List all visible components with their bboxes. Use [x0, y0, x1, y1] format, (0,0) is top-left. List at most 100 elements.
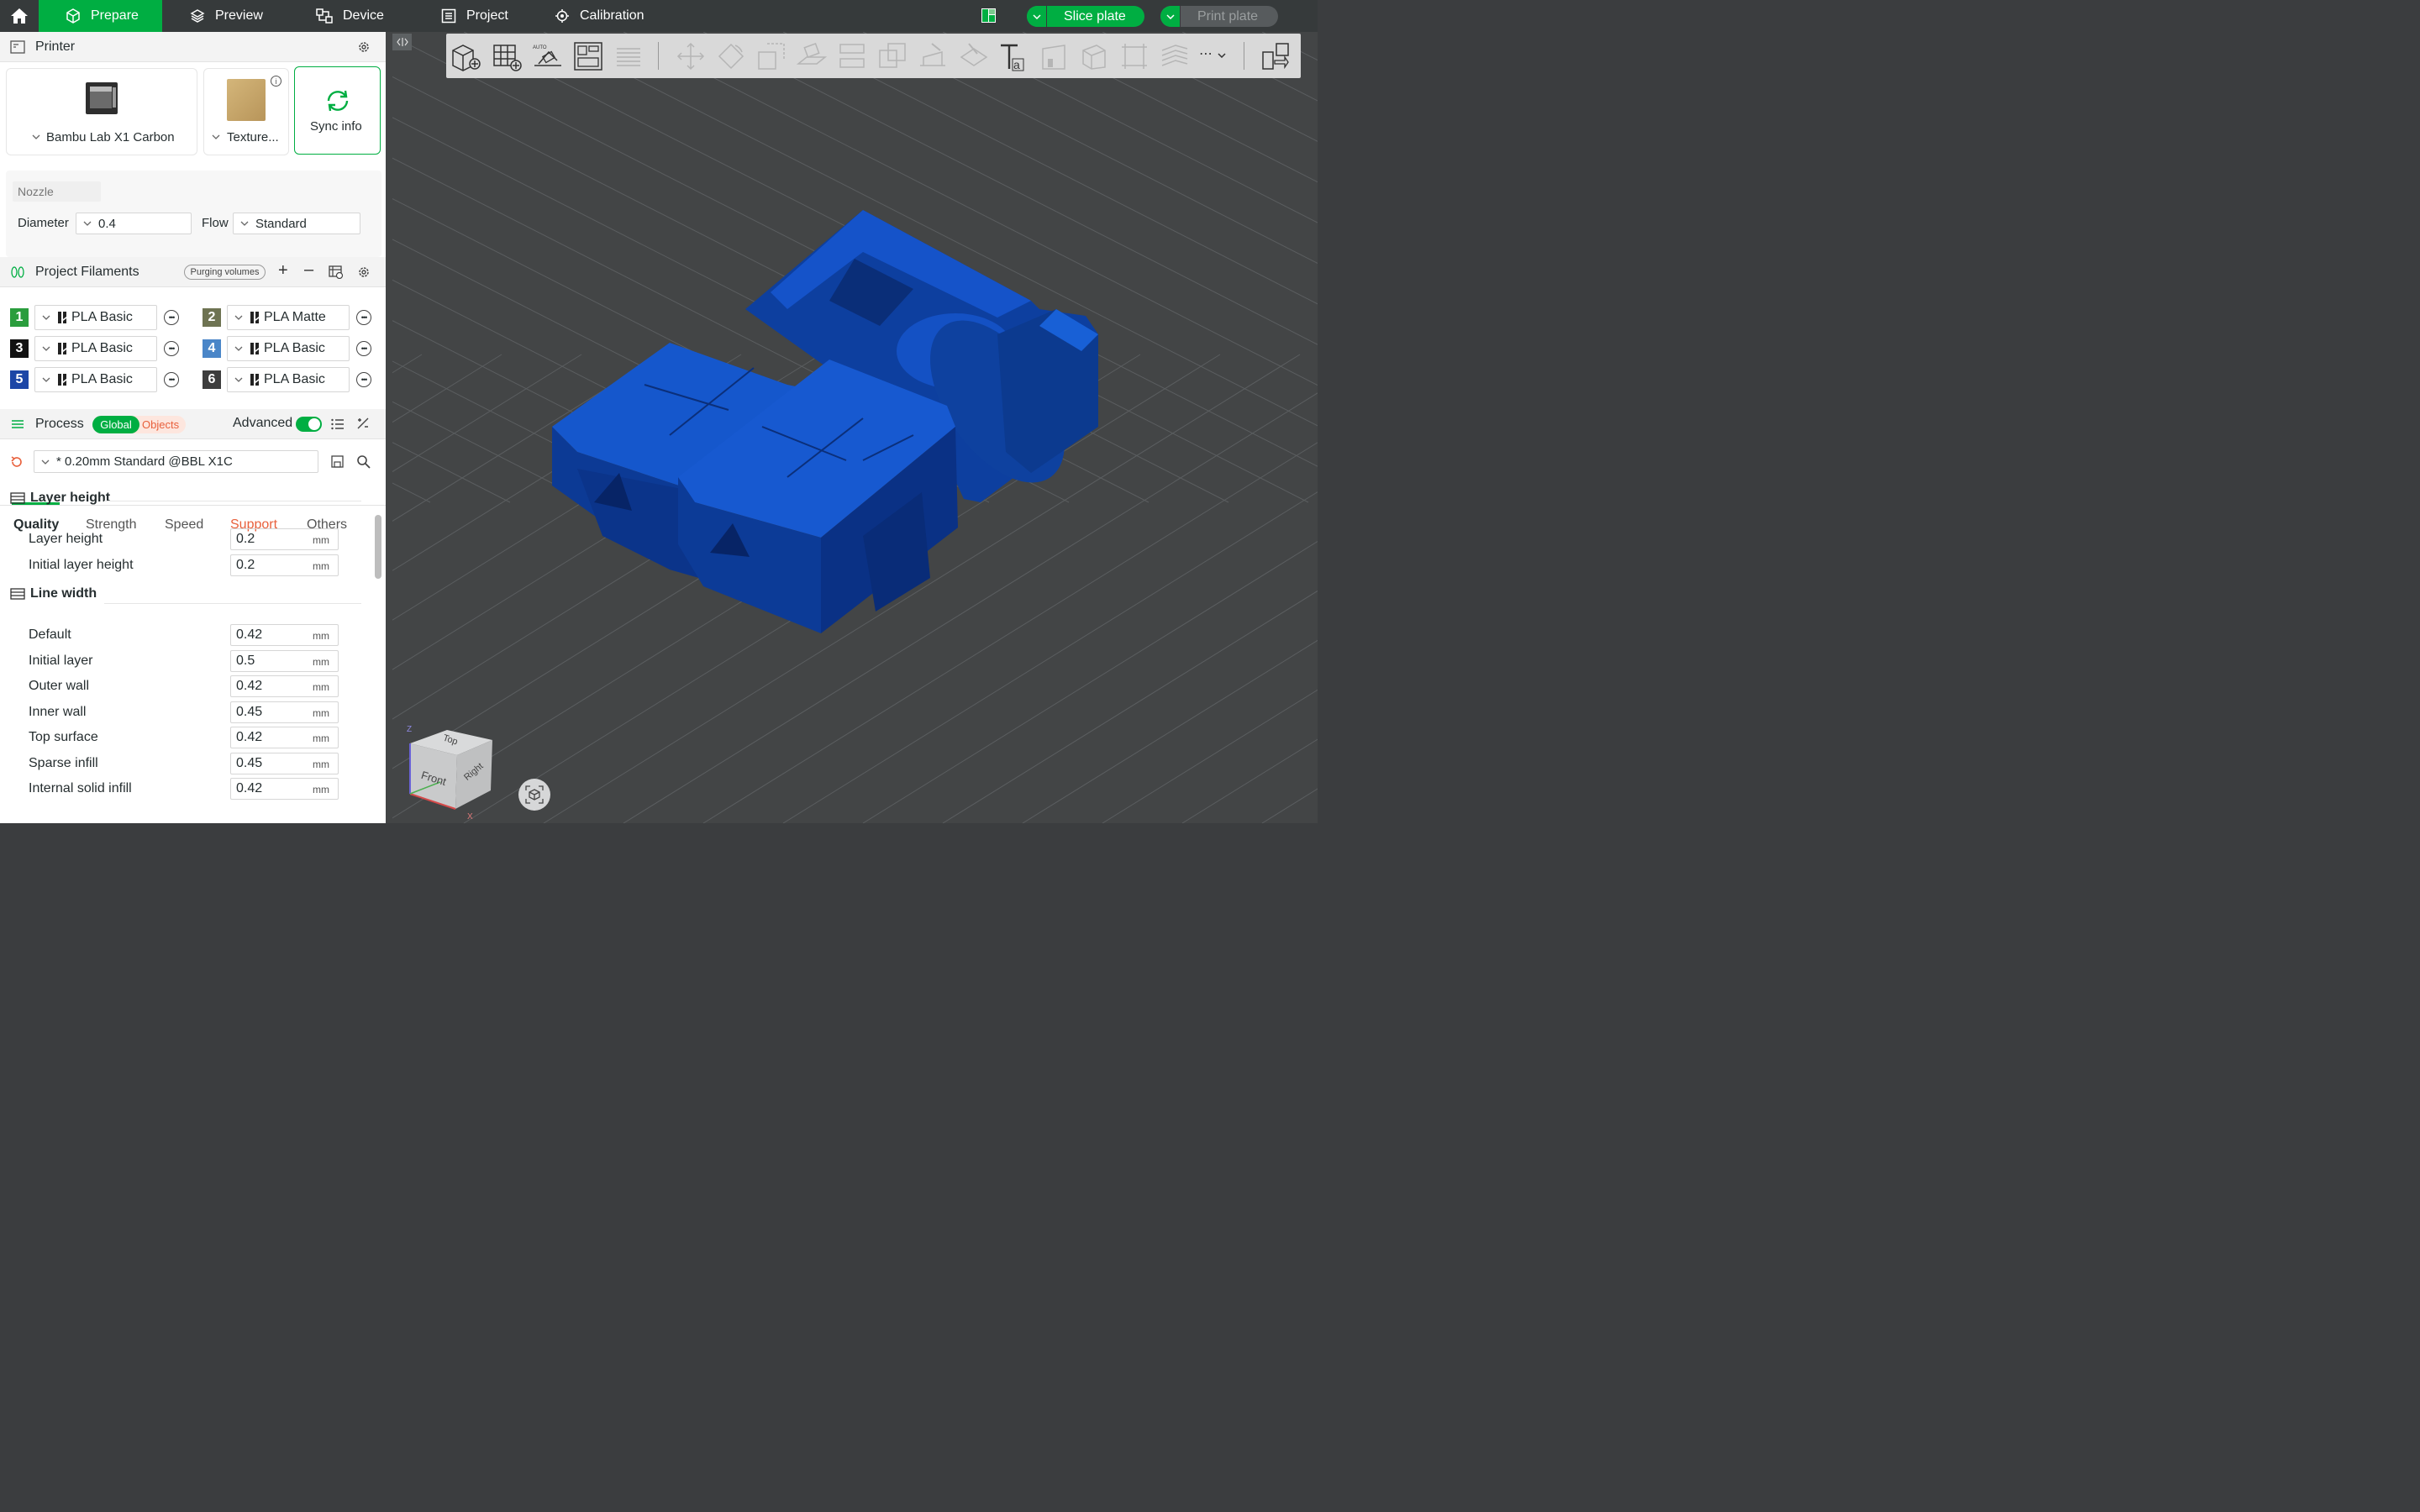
filament-brand-icon [250, 374, 259, 386]
param-input[interactable]: 0.42 mm [230, 778, 339, 800]
filament-more-icon[interactable]: ••• [356, 310, 371, 325]
param-input[interactable]: 0.45 mm [230, 752, 339, 774]
printer-card[interactable]: Bambu Lab X1 Carbon [6, 68, 197, 155]
param-value: 0.45 [236, 704, 263, 719]
fit-view-button[interactable] [518, 779, 550, 811]
gear-icon[interactable] [357, 265, 371, 279]
plate-card[interactable]: i Texture... [203, 68, 289, 155]
process-profile: * 0.20mm Standard @BBL X1C [56, 454, 233, 469]
process-profile-select[interactable]: * 0.20mm Standard @BBL X1C [34, 450, 318, 473]
list-icon[interactable] [331, 418, 345, 430]
tab-prepare[interactable]: Prepare [39, 0, 162, 32]
lay-on-face-icon[interactable] [796, 40, 828, 72]
param-input[interactable]: 0.5 mm [230, 649, 339, 672]
advanced-toggle[interactable] [296, 417, 322, 432]
measure-icon[interactable] [1078, 40, 1110, 72]
chevron-down-icon [42, 377, 50, 382]
home-button[interactable] [0, 0, 39, 32]
param-label: Top surface [29, 730, 98, 744]
collapse-sidebar-button[interactable] [392, 34, 412, 50]
print-plate-button[interactable]: Print plate [1160, 6, 1278, 27]
filament-select[interactable]: PLA Basic [227, 367, 350, 392]
filament-more-icon[interactable]: ••• [164, 372, 179, 387]
cut-icon[interactable] [836, 40, 868, 72]
print-label: Print plate [1197, 8, 1259, 24]
add-filament-icon[interactable]: + [278, 261, 288, 281]
param-label: Internal solid infill [29, 781, 132, 795]
3d-viewport[interactable] [392, 32, 1318, 823]
tab-strength[interactable]: Strength [86, 517, 136, 533]
add-plate-icon[interactable] [492, 40, 523, 72]
variable-layer-icon[interactable] [1159, 40, 1191, 72]
flow-select[interactable]: Standard [233, 213, 360, 234]
view-cube[interactable]: Top Front Right Z X [403, 718, 496, 823]
chevron-down-icon [212, 134, 220, 139]
info-icon[interactable]: i [271, 76, 281, 87]
param-input[interactable]: 0.2 mm [230, 554, 339, 576]
more-tools-button[interactable]: ⋯ [1199, 45, 1226, 62]
color-paint-icon[interactable] [1038, 40, 1070, 72]
auto-orient-icon[interactable]: AUTO [532, 40, 564, 72]
tab-project[interactable]: Project [441, 0, 508, 32]
filament-select[interactable]: PLA Basic [34, 367, 157, 392]
filament-more-icon[interactable]: ••• [164, 341, 179, 356]
param-input[interactable]: 0.2 mm [230, 528, 339, 550]
sync-info-button[interactable]: Sync info [294, 66, 381, 155]
objects-label[interactable]: Objects [142, 418, 179, 431]
print-dropdown[interactable] [1160, 6, 1181, 27]
filament-brand-icon [58, 312, 66, 323]
layout-toggle-button[interactable] [981, 8, 996, 23]
remove-filament-icon[interactable]: – [304, 260, 313, 280]
move-icon[interactable] [675, 40, 707, 72]
arrange-icon[interactable] [572, 40, 604, 72]
project-icon [441, 8, 456, 24]
filament-select[interactable]: PLA Basic [227, 336, 350, 361]
add-object-icon[interactable] [450, 40, 481, 72]
seam-paint-icon[interactable] [957, 40, 989, 72]
split-to-objects-icon[interactable] [1260, 40, 1292, 72]
filament-select[interactable]: PLA Matte [227, 305, 350, 330]
sidebar-splitter[interactable] [386, 32, 392, 823]
scale-icon[interactable] [755, 40, 787, 72]
param-input[interactable]: 0.42 mm [230, 675, 339, 697]
global-option[interactable]: Global [92, 416, 139, 433]
assemble-icon[interactable] [1118, 40, 1150, 72]
filament-select[interactable]: PLA Basic [34, 305, 157, 330]
filament-sync-icon[interactable] [329, 265, 344, 279]
tab-label: Device [343, 8, 384, 23]
param-label: Layer height [29, 532, 103, 546]
boolean-icon[interactable] [876, 40, 908, 72]
param-input[interactable]: 0.45 mm [230, 701, 339, 723]
rotate-icon[interactable] [715, 40, 747, 72]
global-objects-toggle[interactable]: Global Objects [92, 416, 186, 433]
model-object[interactable] [552, 210, 1098, 633]
param-input[interactable]: 0.42 mm [230, 727, 339, 748]
filament-select[interactable]: PLA Basic [34, 336, 157, 361]
filaments-header: Project Filaments Purging volumes + – [0, 257, 386, 287]
reset-icon[interactable] [10, 455, 24, 469]
tab-preview[interactable]: Preview [190, 0, 263, 32]
param-input[interactable]: 0.42 mm [230, 624, 339, 646]
support-paint-icon[interactable] [917, 40, 949, 72]
slice-plate-button[interactable]: Slice plate [1027, 6, 1144, 27]
save-icon[interactable] [331, 455, 344, 468]
gear-icon[interactable] [357, 40, 371, 54]
text-tool-icon[interactable]: a [997, 40, 1029, 72]
filament-more-icon[interactable]: ••• [164, 310, 179, 325]
diameter-select[interactable]: 0.4 [76, 213, 192, 234]
split-plate-icon[interactable] [613, 40, 644, 72]
filament-more-icon[interactable]: ••• [356, 372, 371, 387]
search-icon[interactable] [356, 454, 371, 469]
slice-dropdown[interactable] [1027, 6, 1047, 27]
compare-icon[interactable] [356, 417, 370, 430]
layout-icon [982, 9, 995, 22]
tab-quality[interactable]: Quality [13, 517, 59, 533]
tab-device[interactable]: Device [316, 0, 384, 32]
tab-calibration[interactable]: Calibration [555, 0, 644, 32]
purging-volumes-button[interactable]: Purging volumes [184, 265, 266, 280]
scrollbar[interactable] [375, 515, 381, 579]
tab-speed[interactable]: Speed [165, 517, 203, 533]
slice-label: Slice plate [1064, 8, 1126, 24]
layer-height-icon [10, 492, 25, 504]
filament-more-icon[interactable]: ••• [356, 341, 371, 356]
